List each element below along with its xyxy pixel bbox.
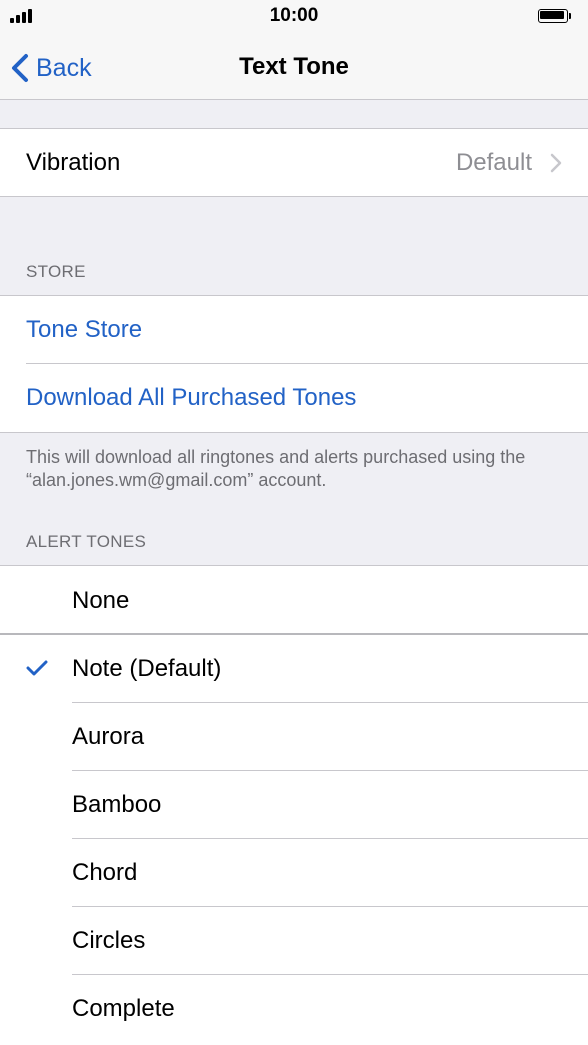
page-title: Text Tone (239, 53, 349, 80)
tone-label: Complete (72, 995, 175, 1022)
store-group: Tone Store Download All Purchased Tones (0, 295, 588, 433)
tone-store-link[interactable]: Tone Store (0, 296, 588, 364)
alert-tones-list: None Note (Default) Aurora Bamboo Chord … (0, 565, 588, 1045)
vibration-row[interactable]: Vibration Default (0, 129, 588, 197)
vibration-group: Vibration Default (0, 128, 588, 197)
status-time: 10:00 (269, 5, 319, 26)
tone-row-selected[interactable]: Note (Default) (0, 635, 588, 703)
tone-row[interactable]: Circles (0, 907, 588, 975)
vibration-value: Default (455, 149, 532, 176)
tone-row[interactable]: Aurora (0, 703, 588, 771)
chevron-right-icon (550, 153, 562, 173)
tone-label: None (72, 586, 130, 614)
download-all-label: Download All Purchased Tones (26, 384, 357, 411)
tone-label: Bamboo (72, 791, 162, 818)
tone-label: Aurora (72, 723, 145, 750)
tone-label: Chord (72, 859, 138, 886)
store-section-header: STORE (26, 262, 86, 281)
tone-label: Note (Default) (72, 655, 222, 682)
tone-store-label: Tone Store (26, 316, 143, 343)
download-all-purchased-tones-link[interactable]: Download All Purchased Tones (0, 364, 588, 432)
navigation-bar: Back Text Tone (0, 36, 588, 100)
store-footer-note: This will download all ringtones and ale… (26, 447, 526, 490)
battery-icon (538, 9, 574, 25)
tone-label: Circles (72, 927, 146, 954)
alert-tones-section-header: ALERT TONES (26, 532, 147, 551)
checkmark-icon (26, 660, 48, 676)
tone-row[interactable]: Complete (0, 975, 588, 1043)
tone-row[interactable]: Chord (0, 839, 588, 907)
vibration-label: Vibration (26, 149, 121, 176)
status-bar: 10:00 (0, 0, 588, 36)
tone-row[interactable]: Bamboo (0, 771, 588, 839)
tone-row[interactable]: None (0, 566, 588, 635)
